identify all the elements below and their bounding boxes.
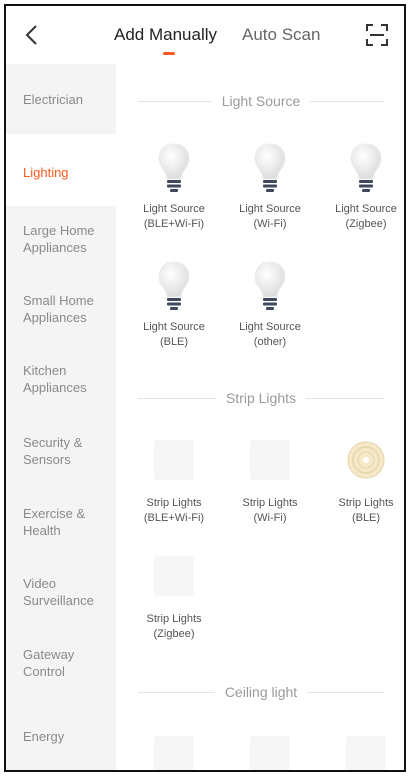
sidebar-item-energy[interactable]: Energy [6,728,116,745]
device-image-placeholder [154,440,194,480]
section-title: Light Source [211,93,311,109]
sidebar-item-electrician[interactable]: Electrician [6,64,116,134]
device-ceiling-light-3[interactable] [320,736,404,770]
active-tab-indicator [163,52,175,55]
device-ceiling-light-2[interactable] [224,736,316,770]
sidebar-item-label: Video Surveillance [23,576,94,608]
back-chevron-icon[interactable] [20,22,46,48]
strip-light-reel-icon [347,441,385,479]
sidebar-item-label: Electrician [23,92,83,107]
device-light-source-ble-wifi[interactable]: Light Source (BLE+Wi-Fi) [128,142,220,232]
device-image-placeholder [154,556,194,596]
device-label: Light Source (BLE+Wi-Fi) [143,203,205,230]
device-label: Light Source (Wi-Fi) [239,203,301,230]
section-header-light-source: Light Source [138,93,384,109]
sidebar-item-exercise-health[interactable]: Exercise & Health [6,505,96,539]
device-light-source-zigbee[interactable]: Light Source (Zigbee) [320,142,404,232]
divider-line [306,398,384,399]
device-image-placeholder [154,736,194,770]
sidebar-item-security-sensors[interactable]: Security & Sensors [6,434,102,468]
device-light-source-wifi[interactable]: Light Source (Wi-Fi) [224,142,316,232]
device-image-placeholder [250,736,290,770]
sidebar-item-kitchen-appliances[interactable]: Kitchen Appliances [6,362,102,396]
sidebar-item-label: Lighting [23,165,69,180]
bulb-icon [254,143,286,192]
app-frame: Add Manually Auto Scan Electrician Light… [4,4,406,772]
section-title: Strip Lights [215,390,307,406]
divider-line [307,692,384,693]
top-bar: Add Manually Auto Scan [6,6,404,64]
bulb-icon [158,261,190,310]
sidebar-item-large-home-appliances[interactable]: Large Home Appliances [6,222,102,256]
sidebar-item-label: Exercise & Health [23,506,86,538]
device-strip-lights-zigbee[interactable]: Strip Lights (Zigbee) [128,556,220,642]
device-grid: Light Source Light Source (BLE+Wi-Fi) Lig… [116,64,404,770]
device-light-source-ble[interactable]: Light Source (BLE) [128,260,220,350]
scan-qr-icon[interactable] [364,22,390,48]
device-label: Strip Lights (BLE) [338,497,394,524]
device-label: Light Source (Zigbee) [335,203,397,230]
sidebar-item-small-home-appliances[interactable]: Small Home Appliances [6,292,102,326]
category-sidebar: Electrician Lighting Large Home Applianc… [6,64,116,770]
sidebar-item-lighting[interactable]: Lighting [6,134,116,206]
sidebar-item-gateway-control[interactable]: Gateway Control [6,646,96,680]
divider-line [310,101,384,102]
sidebar-item-label: Small Home Appliances [23,293,94,325]
device-image-placeholder [250,440,290,480]
device-strip-lights-ble[interactable]: Strip Lights (BLE) [320,440,404,526]
bulb-icon [254,261,286,310]
sidebar-item-label: Security & Sensors [23,435,83,467]
sidebar-item-video-surveillance[interactable]: Video Surveillance [6,575,106,609]
section-header-ceiling-light: Ceiling light [138,684,384,700]
sidebar-item-label: Gateway Control [23,647,75,679]
device-label: Light Source (BLE) [143,321,205,348]
device-strip-lights-wifi[interactable]: Strip Lights (Wi-Fi) [224,440,316,526]
device-strip-lights-ble-wifi[interactable]: Strip Lights (BLE+Wi-Fi) [128,440,220,526]
device-light-source-other[interactable]: Light Source (other) [224,260,316,350]
sidebar-item-label: Energy [23,729,65,744]
tab-add-manually[interactable]: Add Manually [114,25,217,45]
device-label: Strip Lights (Zigbee) [146,613,202,640]
sidebar-item-label: Kitchen Appliances [23,363,87,395]
sidebar-item-label: Large Home Appliances [23,223,95,255]
divider-line [138,398,216,399]
device-image-placeholder [346,736,386,770]
device-label: Strip Lights (BLE+Wi-Fi) [143,497,205,524]
device-label: Light Source (other) [239,321,301,348]
tab-auto-scan[interactable]: Auto Scan [242,25,320,45]
divider-line [138,101,212,102]
section-title: Ceiling light [214,684,308,700]
section-header-strip-lights: Strip Lights [138,390,384,406]
device-ceiling-light-1[interactable] [128,736,220,770]
bulb-icon [350,143,382,192]
divider-line [138,692,215,693]
device-label: Strip Lights (Wi-Fi) [242,497,298,524]
bulb-icon [158,143,190,192]
